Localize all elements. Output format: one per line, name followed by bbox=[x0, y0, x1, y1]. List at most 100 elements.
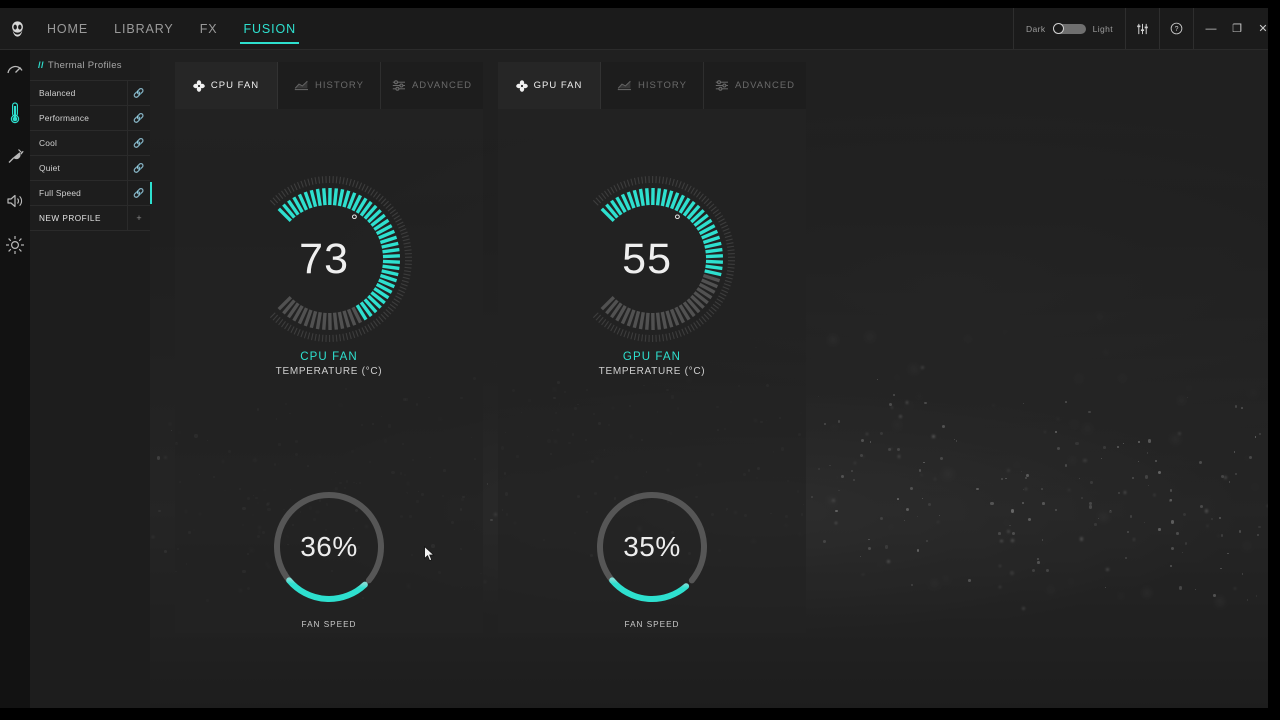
rail-item-gauge[interactable] bbox=[4, 58, 26, 80]
tab-label: GPU FAN bbox=[533, 80, 583, 91]
tab-gpu-history[interactable]: HISTORY bbox=[601, 62, 704, 109]
theme-dark-label: Dark bbox=[1026, 23, 1046, 34]
gpu-fan-speed-gauge: 35% FAN SPEED bbox=[572, 479, 732, 629]
question-circle-icon: ? bbox=[1170, 22, 1183, 35]
gpu-speed-label: FAN SPEED bbox=[624, 620, 680, 629]
maximize-button[interactable]: ❐ bbox=[1224, 22, 1250, 35]
theme-switch-knob bbox=[1052, 23, 1064, 34]
tab-label: ADVANCED bbox=[411, 80, 473, 91]
cpu-card-tabs: CPU FAN HISTORY ADVANCED bbox=[175, 62, 483, 109]
cpu-temp-value: 73 bbox=[299, 234, 350, 283]
profile-label: Balanced bbox=[39, 88, 76, 98]
nav-item-fusion[interactable]: FUSION bbox=[230, 8, 309, 49]
degree-symbol: ° bbox=[674, 211, 682, 230]
speaker-icon bbox=[7, 194, 23, 208]
mouse-cursor bbox=[424, 545, 435, 567]
brightness-icon bbox=[6, 236, 24, 254]
settings-button[interactable] bbox=[1125, 8, 1159, 49]
tab-gpu-advanced[interactable]: ADVANCED bbox=[704, 62, 806, 109]
thermometer-icon bbox=[10, 102, 20, 124]
cpu-temp-readout: 73 ° bbox=[239, 169, 419, 349]
icon-rail bbox=[0, 50, 30, 708]
nav-item-library[interactable]: LIBRARY bbox=[101, 8, 187, 49]
sliders-icon bbox=[1137, 23, 1148, 34]
new-profile-label: NEW PROFILE bbox=[39, 213, 101, 223]
profile-row-balanced[interactable]: Balanced 🔗 bbox=[30, 80, 150, 105]
nav-item-fx[interactable]: FX bbox=[187, 8, 231, 49]
link-icon[interactable]: 🔗 bbox=[127, 81, 150, 105]
cpu-gauge-label: CPU FAN bbox=[300, 351, 358, 363]
fan-cards: CPU FAN HISTORY ADVANCED 73 ° CPU FAN TE… bbox=[175, 62, 806, 633]
rail-item-power[interactable] bbox=[4, 146, 26, 168]
profile-row-quiet[interactable]: Quiet 🔗 bbox=[30, 155, 150, 180]
theme-toggle[interactable]: Dark Light bbox=[1013, 8, 1125, 49]
nav-item-home[interactable]: HOME bbox=[34, 8, 101, 49]
chart-line-icon bbox=[294, 80, 309, 91]
tab-cpu-advanced[interactable]: ADVANCED bbox=[381, 62, 483, 109]
svg-text:?: ? bbox=[1175, 26, 1179, 33]
plus-icon[interactable]: + bbox=[127, 206, 150, 230]
profile-label: Performance bbox=[39, 113, 90, 123]
profile-label: Quiet bbox=[39, 163, 61, 173]
gpu-temp-readout: 55 ° bbox=[562, 169, 742, 349]
window-buttons: — ❐ ✕ bbox=[1193, 8, 1280, 49]
letterbox-right bbox=[1268, 0, 1280, 720]
gpu-speed-value: 35% bbox=[623, 530, 681, 562]
gpu-gauge-label: GPU FAN bbox=[622, 351, 682, 363]
cpu-fan-card: CPU FAN HISTORY ADVANCED 73 ° CPU FAN TE… bbox=[175, 62, 483, 633]
profile-row-performance[interactable]: Performance 🔗 bbox=[30, 105, 150, 130]
tab-label: ADVANCED bbox=[734, 80, 796, 91]
sliders-icon bbox=[392, 80, 406, 91]
cpu-card-body: 73 ° CPU FAN TEMPERATURE (°C) 36% FAN SP… bbox=[175, 109, 483, 633]
cpu-fan-speed-gauge: 36% FAN SPEED bbox=[249, 479, 409, 629]
tab-cpu-fan[interactable]: CPU FAN bbox=[175, 62, 278, 109]
theme-switch[interactable] bbox=[1052, 23, 1086, 34]
panel-header: // Thermal Profiles bbox=[30, 50, 150, 80]
chart-line-icon bbox=[617, 80, 632, 91]
link-icon[interactable]: 🔗 bbox=[127, 106, 150, 130]
cpu-temperature-gauge: 73 ° CPU FAN TEMPERATURE (°C) bbox=[239, 169, 419, 377]
tab-gpu-fan[interactable]: GPU FAN bbox=[498, 62, 601, 109]
fan-icon bbox=[515, 79, 528, 92]
new-profile-row[interactable]: NEW PROFILE + bbox=[30, 205, 150, 230]
link-icon[interactable]: 🔗 bbox=[127, 131, 150, 155]
profile-label: Cool bbox=[39, 138, 58, 148]
cpu-speed-label: FAN SPEED bbox=[301, 620, 357, 629]
profile-row-full-speed[interactable]: Full Speed 🔗 bbox=[30, 180, 152, 205]
profiles-spacer bbox=[30, 230, 150, 720]
gpu-temperature-gauge: 55 ° GPU FAN TEMPERATURE (°C) bbox=[562, 169, 742, 377]
sliders-icon bbox=[715, 80, 729, 91]
help-button[interactable]: ? bbox=[1159, 8, 1193, 49]
fan-icon bbox=[193, 79, 205, 92]
panel-title: Thermal Profiles bbox=[47, 59, 122, 71]
rail-item-thermal[interactable] bbox=[4, 102, 26, 124]
title-bar: HOME LIBRARY FX FUSION Dark Light ? — ❐ … bbox=[0, 8, 1280, 50]
gpu-temp-value: 55 bbox=[622, 234, 673, 283]
gauge-icon bbox=[7, 65, 23, 74]
profile-label: Full Speed bbox=[39, 188, 82, 198]
profile-row-cool[interactable]: Cool 🔗 bbox=[30, 130, 150, 155]
header-slashes: // bbox=[38, 59, 44, 71]
theme-light-label: Light bbox=[1092, 23, 1113, 34]
tab-label: HISTORY bbox=[638, 80, 687, 91]
alienware-head-icon[interactable] bbox=[0, 8, 34, 49]
tab-label: CPU FAN bbox=[210, 80, 260, 91]
gpu-fan-card: GPU FAN HISTORY ADVANCED 55 ° GPU FAN TE… bbox=[498, 62, 806, 633]
cpu-speed-value: 36% bbox=[300, 530, 358, 562]
tab-label: HISTORY bbox=[315, 80, 364, 91]
cpu-gauge-sublabel: TEMPERATURE (°C) bbox=[275, 366, 383, 377]
alienware-command-center-window: HOME LIBRARY FX FUSION Dark Light ? — ❐ … bbox=[0, 8, 1280, 708]
minimize-button[interactable]: — bbox=[1198, 23, 1224, 35]
link-icon[interactable]: 🔗 bbox=[127, 156, 150, 180]
rail-item-brightness[interactable] bbox=[4, 234, 26, 256]
gpu-card-body: 55 ° GPU FAN TEMPERATURE (°C) 35% FAN SP… bbox=[498, 109, 806, 633]
letterbox-bottom bbox=[0, 708, 1280, 720]
degree-symbol: ° bbox=[351, 211, 359, 230]
main-nav: HOME LIBRARY FX FUSION bbox=[34, 8, 309, 49]
titlebar-controls: Dark Light ? — ❐ ✕ bbox=[1013, 8, 1280, 49]
rail-item-audio[interactable] bbox=[4, 190, 26, 212]
link-icon[interactable]: 🔗 bbox=[127, 181, 150, 205]
tab-cpu-history[interactable]: HISTORY bbox=[278, 62, 381, 109]
thermal-profiles-panel: // Thermal Profiles Balanced 🔗 Performan… bbox=[30, 50, 152, 708]
letterbox-top bbox=[0, 0, 1280, 8]
